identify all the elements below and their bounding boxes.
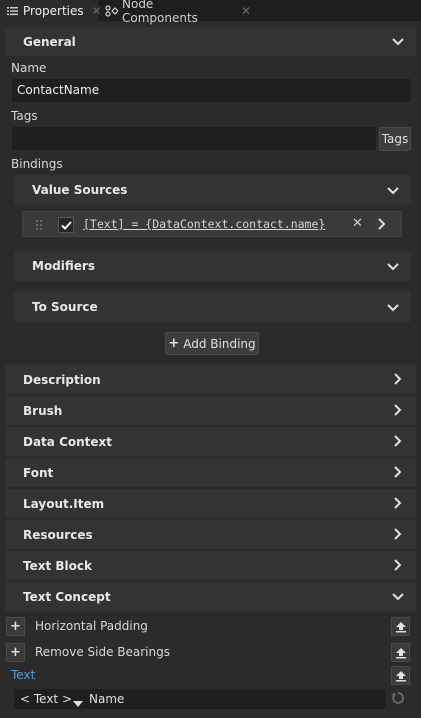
modifiers-title: Modifiers — [32, 259, 95, 273]
tab-properties-label: Properties — [23, 3, 84, 18]
upload-icon — [395, 670, 406, 681]
section-title: Font — [23, 465, 54, 480]
binding-enabled-checkbox[interactable] — [58, 217, 74, 233]
chevron-down-icon[interactable] — [392, 35, 404, 49]
tags-field[interactable] — [12, 127, 376, 150]
chevron-right-icon[interactable] — [394, 373, 402, 388]
chevron-down-icon[interactable] — [387, 301, 399, 315]
export-property-button[interactable] — [391, 666, 410, 685]
section-data-context[interactable]: Data Context — [5, 427, 416, 456]
section-title: Text Block — [23, 558, 92, 573]
dropdown-arrow-icon[interactable] — [73, 696, 83, 710]
binding-expression[interactable]: [Text] = {DataContext.contact.name} — [83, 217, 325, 231]
binding-value: Name — [89, 692, 125, 706]
chevron-right-icon[interactable] — [394, 404, 402, 419]
section-description[interactable]: Description — [5, 365, 416, 394]
name-field[interactable]: ContactName — [12, 79, 411, 102]
section-title: Layout.Item — [23, 496, 105, 511]
upload-icon — [395, 621, 406, 632]
section-brush[interactable]: Brush — [5, 396, 416, 425]
chevron-right-icon[interactable] — [394, 435, 402, 450]
list-icon — [7, 6, 18, 16]
section-title: Data Context — [23, 434, 113, 449]
drag-handle-icon[interactable] — [36, 219, 42, 233]
chevron-down-icon[interactable] — [387, 184, 399, 198]
close-tab-icon[interactable]: ✕ — [241, 4, 251, 18]
section-title: Description — [23, 372, 101, 387]
reset-icon[interactable] — [391, 691, 405, 708]
property-remove-side-bearings: Remove Side Bearings — [35, 645, 170, 659]
section-general[interactable]: General — [5, 27, 416, 56]
section-title: Resources — [23, 527, 93, 542]
tags-button[interactable]: Tags — [379, 127, 411, 151]
add-binding-button[interactable]: + Add Binding — [165, 332, 259, 355]
tags-label: Tags — [11, 109, 38, 123]
add-property-button[interactable]: + — [6, 643, 25, 662]
components-icon — [105, 4, 118, 17]
checkmark-icon — [60, 220, 72, 230]
value-sources-title: Value Sources — [32, 183, 128, 197]
plus-icon: + — [10, 645, 21, 660]
remove-binding-icon[interactable]: ✕ — [352, 216, 363, 231]
chevron-right-icon[interactable] — [378, 218, 386, 233]
export-property-button[interactable] — [391, 617, 410, 636]
text-property-label: Text — [11, 668, 36, 682]
tab-node-components-label: Node Components — [122, 0, 198, 25]
to-source-header[interactable]: To Source — [14, 292, 411, 322]
section-text-block[interactable]: Text Block — [5, 551, 416, 580]
section-font[interactable]: Font — [5, 458, 416, 487]
chevron-right-icon[interactable] — [394, 528, 402, 543]
modifiers-header[interactable]: Modifiers — [14, 251, 411, 281]
add-property-button[interactable]: + — [6, 617, 25, 636]
bindings-label: Bindings — [11, 157, 63, 171]
to-source-title: To Source — [32, 300, 98, 314]
tab-bar: Properties ✕ Node Components ✕ — [0, 0, 421, 25]
chevron-right-icon[interactable] — [394, 497, 402, 512]
chevron-down-icon[interactable] — [392, 590, 404, 604]
section-general-title: General — [23, 34, 76, 49]
section-title: Brush — [23, 403, 63, 418]
tab-properties[interactable]: Properties ✕ — [0, 0, 102, 21]
section-text-concept[interactable]: Text Concept — [5, 582, 416, 611]
tab-node-components[interactable]: Node Components ✕ — [101, 0, 251, 25]
chevron-right-icon[interactable] — [394, 559, 402, 574]
name-label: Name — [11, 61, 47, 75]
section-resources[interactable]: Resources — [5, 520, 416, 549]
plus-icon: + — [10, 619, 21, 634]
binding-source-dropdown[interactable]: < Text > — [20, 692, 72, 706]
binding-row: [Text] = {DataContext.contact.name} ✕ — [22, 211, 402, 237]
property-horizontal-padding: Horizontal Padding — [35, 619, 148, 633]
plus-icon: + — [168, 336, 180, 351]
value-sources-header[interactable]: Value Sources — [14, 175, 411, 205]
text-binding-field[interactable]: < Text > Name — [14, 689, 386, 709]
upload-icon — [395, 647, 406, 658]
chevron-down-icon[interactable] — [387, 260, 399, 274]
add-binding-label: Add Binding — [183, 336, 256, 351]
export-property-button[interactable] — [391, 643, 410, 662]
chevron-right-icon[interactable] — [394, 466, 402, 481]
section-text-concept-title: Text Concept — [23, 589, 111, 604]
section-layout-item[interactable]: Layout.Item — [5, 489, 416, 518]
